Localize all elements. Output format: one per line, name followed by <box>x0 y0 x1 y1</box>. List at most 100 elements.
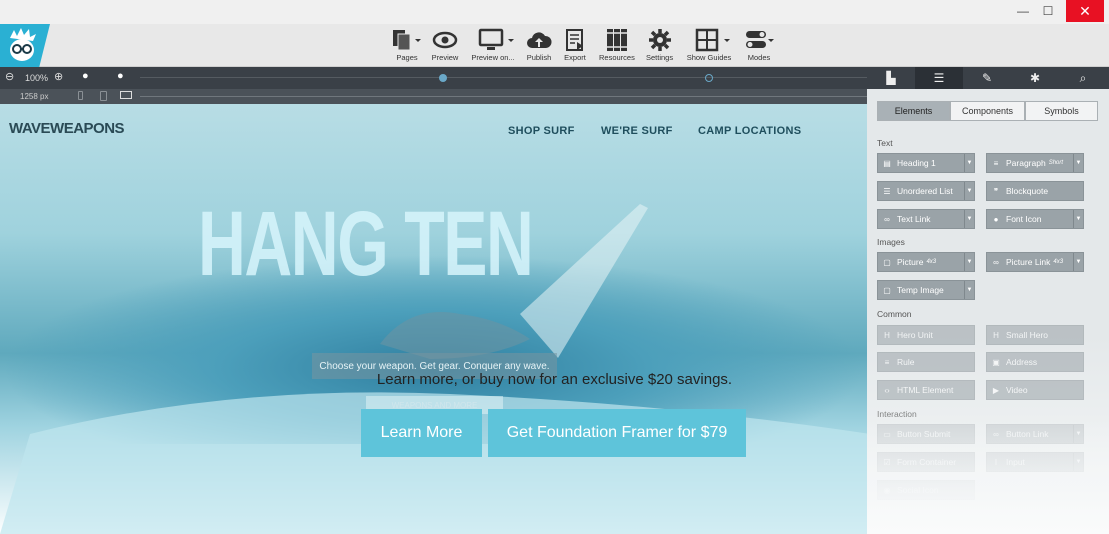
heading-icon: H <box>993 330 999 340</box>
checkbox-icon: ☑ <box>883 457 891 467</box>
preview-on-label: Preview on... <box>471 53 515 62</box>
pages-icon <box>393 30 421 51</box>
style-tab[interactable]: ✎ <box>963 67 1011 89</box>
element-unordered-list[interactable]: ☰ Unordered List ▼ <box>877 181 975 201</box>
element-label: Button Link <box>1006 429 1049 439</box>
element-label: Hero Unit <box>897 330 933 340</box>
segment-elements[interactable]: Elements <box>877 101 950 121</box>
tablet-icon[interactable] <box>100 91 107 101</box>
element-blockquote[interactable]: ❞ Blockquote <box>986 181 1084 201</box>
segment-symbols[interactable]: Symbols <box>1025 101 1098 121</box>
element-input[interactable]: I Input ▼ <box>986 452 1084 472</box>
preview-button[interactable]: Preview <box>431 28 459 62</box>
picture-icon: ▢ <box>883 257 891 267</box>
title-bar: — ☐ ✕ <box>0 0 1109 26</box>
maximize-button[interactable]: ☐ <box>1033 0 1063 22</box>
element-small-hero[interactable]: H Small Hero <box>986 325 1084 345</box>
element-rule[interactable]: ≡ Rule <box>877 352 975 372</box>
dropdown-arrow-icon[interactable]: ▼ <box>1073 154 1083 172</box>
cloud-upload-icon <box>527 32 552 48</box>
add-breakpoint-icon[interactable]: ● <box>117 70 124 82</box>
dropdown-arrow-icon[interactable]: ▼ <box>1073 210 1083 228</box>
nav-shop-surf[interactable]: SHOP SURF <box>508 125 575 137</box>
button-icon: ▭ <box>883 429 891 439</box>
settings-tab[interactable]: ✱ <box>1011 67 1059 89</box>
design-canvas[interactable]: WAVEWEAPONS SHOP SURF WE'RE SURF CAMP LO… <box>0 104 867 534</box>
element-label: Small Hero <box>1006 330 1049 340</box>
link-icon: ∞ <box>993 429 999 439</box>
dropdown-arrow-icon[interactable]: ▼ <box>1073 425 1083 443</box>
learn-more-button[interactable]: Learn More <box>361 409 482 457</box>
element-temp-image[interactable]: ▢ Temp Image ▼ <box>877 280 975 300</box>
rule-icon: ≡ <box>884 357 890 367</box>
zoom-level: 100% <box>25 73 49 83</box>
element-paragraph[interactable]: ≡ Paragraph Short ▼ <box>986 153 1084 173</box>
close-button[interactable]: ✕ <box>1066 0 1104 22</box>
person-icon: ● <box>993 214 999 224</box>
settings-button[interactable]: Settings <box>646 28 673 62</box>
publish-label: Publish <box>526 53 552 62</box>
nav-were-surf[interactable]: WE'RE SURF <box>601 125 673 137</box>
modes-label: Modes <box>747 53 771 62</box>
segment-components[interactable]: Components <box>950 101 1025 121</box>
main-toolbar: Pages Preview Preview on... Publish Expo… <box>0 24 1109 67</box>
element-address[interactable]: ▣ Address <box>986 352 1084 372</box>
show-guides-button[interactable]: Show Guides <box>686 28 732 62</box>
zoom-bar: ⊖ 100% ⊕ ● ● <box>0 67 867 89</box>
toggles-icon <box>746 31 774 48</box>
resources-button[interactable]: Resources <box>599 28 635 62</box>
minimize-icon: — <box>1017 4 1029 18</box>
publish-button[interactable]: Publish <box>526 28 552 62</box>
site-brand[interactable]: WAVEWEAPONS <box>9 120 125 137</box>
maximize-icon: ☐ <box>1042 4 1054 18</box>
phone-icon[interactable] <box>78 91 83 100</box>
element-button-submit[interactable]: ▭ Button Submit <box>877 424 975 444</box>
preview-label: Preview <box>431 53 459 62</box>
breakpoint-marker[interactable] <box>705 74 713 82</box>
zoom-out-icon[interactable]: ⊖ <box>5 70 14 83</box>
list-icon: ☰ <box>883 186 891 196</box>
export-icon <box>566 29 583 51</box>
desktop-icon[interactable] <box>120 91 132 99</box>
element-picture-link[interactable]: ∞ Picture Link 4x3 ▼ <box>986 252 1084 272</box>
panel-body: Elements Components Symbols Text ▤ Headin… <box>867 89 1109 534</box>
buy-foundation-framer-button[interactable]: Get Foundation Framer for $79 <box>488 409 746 457</box>
element-social-icon[interactable]: ◉ Social Icon <box>877 480 975 500</box>
breakpoint-marker[interactable] <box>439 74 447 82</box>
element-text-link[interactable]: ∞ Text Link ▼ <box>877 209 975 229</box>
element-label: Temp Image <box>897 285 944 295</box>
dropdown-arrow-icon[interactable]: ▼ <box>964 182 974 200</box>
dropdown-arrow-icon[interactable]: ▼ <box>1073 253 1083 271</box>
dropdown-arrow-icon[interactable]: ▼ <box>1073 453 1083 471</box>
remove-breakpoint-icon[interactable]: ● <box>82 70 89 82</box>
paragraph-icon: ≡ <box>993 158 999 168</box>
element-button-link[interactable]: ∞ Button Link ▼ <box>986 424 1084 444</box>
element-font-icon[interactable]: ● Font Icon ▼ <box>986 209 1084 229</box>
export-button[interactable]: Export <box>563 28 587 62</box>
monitor-icon <box>478 28 514 50</box>
modes-button[interactable]: Modes <box>744 28 774 62</box>
nav-camp-locations[interactable]: CAMP LOCATIONS <box>698 125 801 137</box>
layout-tab[interactable]: ▙ <box>867 67 915 89</box>
element-heading-1[interactable]: ▤ Heading 1 ▼ <box>877 153 975 173</box>
close-icon: ✕ <box>1079 2 1091 19</box>
hero-title: HANG TEN <box>198 193 534 295</box>
pages-button[interactable]: Pages <box>391 28 423 62</box>
element-hero-unit[interactable]: H Hero Unit <box>877 325 975 345</box>
dropdown-arrow-icon[interactable]: ▼ <box>964 281 974 299</box>
link-icon: ∞ <box>993 257 999 267</box>
preview-on-button[interactable]: Preview on... <box>470 28 516 62</box>
dropdown-arrow-icon[interactable]: ▼ <box>964 253 974 271</box>
inspect-tab[interactable]: ⌕ <box>1059 67 1107 89</box>
zoom-in-icon[interactable]: ⊕ <box>54 70 63 83</box>
element-form-container[interactable]: ☑ Form Container <box>877 452 975 472</box>
element-note: Short <box>1048 160 1064 166</box>
dropdown-arrow-icon[interactable]: ▼ <box>964 154 974 172</box>
app-window: — ☐ ✕ Pages Preview Preview on... Publis… <box>0 0 1109 534</box>
elements-tab[interactable]: ☰ <box>915 67 963 89</box>
dropdown-arrow-icon[interactable]: ▼ <box>964 210 974 228</box>
element-picture[interactable]: ▢ Picture 4x3 ▼ <box>877 252 975 272</box>
element-label: Rule <box>897 357 915 367</box>
settings-label: Settings <box>646 53 674 62</box>
width-track <box>140 96 867 97</box>
